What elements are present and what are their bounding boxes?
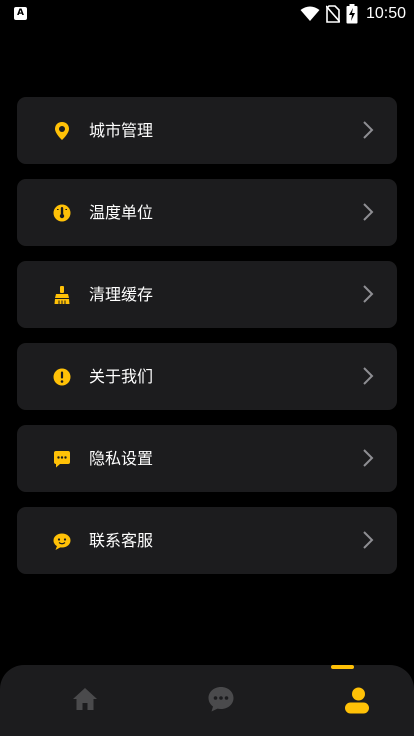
customer-service-icon [53,533,71,550]
no-sim-icon [325,5,340,23]
menu-item-contact-support[interactable]: 联系客服 [17,507,397,574]
user-icon [345,687,369,714]
chevron-right-icon [363,121,374,139]
menu-item-label: 城市管理 [89,121,154,140]
home-icon [73,688,97,710]
chevron-right-icon [363,285,374,303]
tab-profile[interactable] [317,665,397,736]
menu-item-about-us[interactable]: 关于我们 [17,343,397,410]
chat-bubble-icon [208,687,234,712]
info-exclamation-icon [53,368,71,386]
location-pin-icon [55,122,69,140]
bottom-tab-bar [0,665,414,736]
menu-item-clear-cache[interactable]: 清理缓存 [17,261,397,328]
chevron-right-icon [363,203,374,221]
wifi-icon [300,6,320,21]
menu-item-privacy-settings[interactable]: 隐私设置 [17,425,397,492]
menu-item-city-management[interactable]: 城市管理 [17,97,397,164]
chevron-right-icon [363,531,374,549]
status-bar: A 10:50 [0,0,414,28]
menu-item-label: 清理缓存 [89,285,154,304]
thermometer-dial-icon [53,204,71,222]
message-dots-icon [54,451,70,468]
active-tab-indicator [331,665,354,669]
app-notification-badge: A [17,8,24,18]
status-time: 10:50 [365,5,406,22]
menu-item-label: 温度单位 [89,203,154,222]
menu-item-label: 关于我们 [89,367,154,386]
tab-chat[interactable] [181,665,261,736]
tab-home[interactable] [45,665,125,736]
menu-item-label: 联系客服 [89,531,154,550]
app-notification-icon: A [14,7,27,20]
status-icons: 10:50 [300,4,406,24]
broom-icon [54,286,70,304]
settings-menu: 城市管理 温度单位 清理缓存 关于我们 隐私设置 联系客服 [17,97,397,589]
battery-charging-icon [346,4,358,24]
menu-item-temperature-unit[interactable]: 温度单位 [17,179,397,246]
chevron-right-icon [363,367,374,385]
menu-item-label: 隐私设置 [89,449,154,468]
chevron-right-icon [363,449,374,467]
